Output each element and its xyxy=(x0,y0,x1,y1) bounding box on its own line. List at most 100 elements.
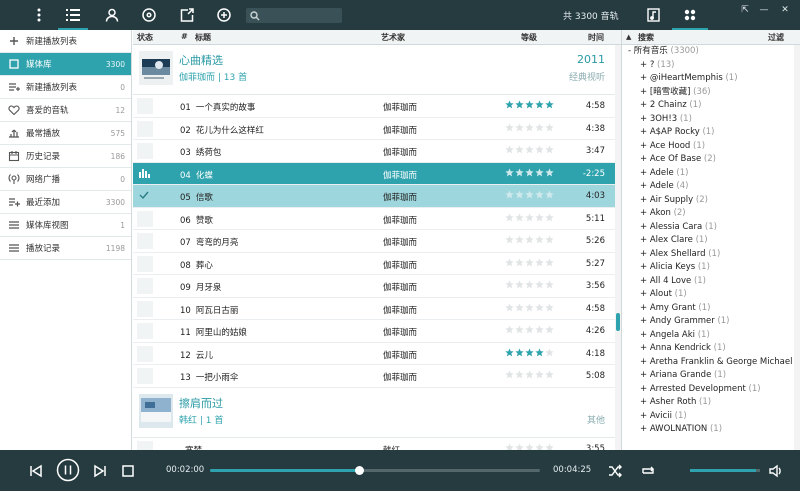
tree-expand-icon[interactable]: + xyxy=(640,330,650,340)
star-empty-icon[interactable] xyxy=(515,145,524,154)
star-empty-icon[interactable] xyxy=(515,190,524,199)
star-rating[interactable] xyxy=(505,442,554,451)
track-row[interactable]: 11 阿里山的姑娘 伽菲珈而 4:26 xyxy=(133,320,621,343)
star-empty-icon[interactable] xyxy=(545,235,554,244)
sidebar-item[interactable]: 新建播放列表 xyxy=(0,30,131,53)
sidebar-item[interactable]: 媒体库 3300 xyxy=(0,53,131,76)
number-column-header[interactable]: # xyxy=(181,32,188,41)
volume-slider[interactable] xyxy=(690,469,760,472)
grid-view-icon[interactable] xyxy=(681,6,699,24)
star-rating[interactable] xyxy=(505,167,554,177)
star-rating[interactable] xyxy=(505,280,554,289)
star-empty-icon[interactable] xyxy=(535,212,544,222)
track-row[interactable]: 05 信歌 伽菲珈而 4:03 xyxy=(133,185,621,208)
tree-expand-icon[interactable]: + xyxy=(640,208,650,218)
minimize-icon[interactable]: — xyxy=(756,2,772,18)
star-empty-icon[interactable] xyxy=(505,370,514,379)
time-column-header[interactable]: 时间 xyxy=(588,32,604,43)
artist-item[interactable]: + 2 Chainz (1) xyxy=(626,99,800,113)
artist-item[interactable]: + Arrested Development (1) xyxy=(626,383,800,397)
artist-item[interactable]: + A$AP Rocky (1) xyxy=(626,126,800,140)
tree-expand-icon[interactable]: + xyxy=(640,424,650,434)
star-empty-icon[interactable] xyxy=(535,302,544,312)
disc-icon[interactable] xyxy=(140,6,158,24)
star-empty-icon[interactable] xyxy=(505,325,514,334)
star-rating[interactable] xyxy=(505,100,554,109)
star-empty-icon[interactable] xyxy=(525,235,534,244)
track-row[interactable]: 02 花儿为什么这样红 伽菲珈而 4:38 xyxy=(133,118,621,140)
star-empty-icon[interactable] xyxy=(505,145,514,154)
star-empty-icon[interactable] xyxy=(505,167,514,177)
star-empty-icon[interactable] xyxy=(525,212,534,222)
star-rating[interactable] xyxy=(505,325,554,334)
star-empty-icon[interactable] xyxy=(535,145,544,154)
title-column-header[interactable]: 标题 xyxy=(195,32,211,43)
artist-item[interactable]: + Aretha Franklin & George Michael (1) xyxy=(626,356,800,370)
tree-expand-icon[interactable]: + xyxy=(640,343,650,353)
tree-expand-icon[interactable]: + xyxy=(640,276,650,286)
star-empty-icon[interactable] xyxy=(545,370,554,379)
artist-item[interactable]: + Amy Grant (1) xyxy=(626,302,800,316)
artist-item[interactable]: + Air Supply (2) xyxy=(626,194,800,208)
star-empty-icon[interactable] xyxy=(545,190,554,199)
share-icon[interactable] xyxy=(178,6,196,24)
star-empty-icon[interactable] xyxy=(505,442,514,451)
status-column-header[interactable]: 状态 xyxy=(137,32,153,43)
tree-expand-icon[interactable]: + xyxy=(640,87,650,97)
star-empty-icon[interactable] xyxy=(525,190,534,199)
star-filled-icon[interactable] xyxy=(525,347,534,357)
star-empty-icon[interactable] xyxy=(525,167,534,177)
repeat-icon[interactable] xyxy=(640,463,656,479)
tree-expand-icon[interactable]: + xyxy=(640,249,650,259)
star-filled-icon[interactable] xyxy=(515,347,524,357)
star-empty-icon[interactable] xyxy=(545,302,554,312)
star-empty-icon[interactable] xyxy=(535,257,544,267)
star-empty-icon[interactable] xyxy=(535,167,544,177)
tracklist-view-icon[interactable] xyxy=(64,6,82,24)
add-circle-icon[interactable] xyxy=(215,6,233,24)
album-group-header[interactable]: 擦肩而过 韩红 | 1 首 其他 xyxy=(133,388,621,438)
star-empty-icon[interactable] xyxy=(535,235,544,244)
tree-expand-icon[interactable]: + xyxy=(640,316,650,326)
artist-item[interactable]: + Avicii (1) xyxy=(626,410,800,424)
stop-icon[interactable] xyxy=(120,463,136,479)
track-row[interactable]: 13 一把小雨伞 伽菲珈而 5:08 xyxy=(133,365,621,388)
star-empty-icon[interactable] xyxy=(545,280,554,289)
tree-expand-icon[interactable]: + xyxy=(640,235,650,245)
track-row[interactable]: 08 葬心 伽菲珈而 5:27 xyxy=(133,253,621,275)
star-rating[interactable] xyxy=(505,302,554,312)
star-empty-icon[interactable] xyxy=(515,122,524,132)
star-empty-icon[interactable] xyxy=(545,442,554,451)
artist-item[interactable]: + Ace Hood (1) xyxy=(626,140,800,154)
tree-expand-icon[interactable]: + xyxy=(640,181,650,191)
star-empty-icon[interactable] xyxy=(505,190,514,199)
sidebar-item[interactable]: 最近添加 3300 xyxy=(0,191,131,214)
star-empty-icon[interactable] xyxy=(545,122,554,132)
pause-icon[interactable] xyxy=(56,458,80,482)
artist-item[interactable]: + Angela Aki (1) xyxy=(626,329,800,343)
star-empty-icon[interactable] xyxy=(515,280,524,289)
scrollbar-thumb[interactable] xyxy=(616,313,620,331)
star-filled-icon[interactable] xyxy=(535,100,544,109)
star-empty-icon[interactable] xyxy=(535,442,544,451)
star-empty-icon[interactable] xyxy=(515,167,524,177)
star-rating[interactable] xyxy=(505,212,554,222)
star-empty-icon[interactable] xyxy=(515,257,524,267)
track-row[interactable]: 04 化蝶 伽菲珈而 -2:25 xyxy=(133,162,621,185)
star-empty-icon[interactable] xyxy=(505,122,514,132)
next-icon[interactable] xyxy=(92,463,108,479)
sidebar-item[interactable]: 播放记录 1198 xyxy=(0,237,131,260)
search-box[interactable] xyxy=(246,8,342,23)
artist-item[interactable]: + Akon (2) xyxy=(626,207,800,221)
star-empty-icon[interactable] xyxy=(505,280,514,289)
search-input[interactable] xyxy=(263,11,341,20)
artist-item[interactable]: + Adele (1) xyxy=(626,167,800,181)
star-rating[interactable] xyxy=(505,235,554,244)
artist-item[interactable]: + Andy Grammer (1) xyxy=(626,315,800,329)
track-row[interactable]: 12 云儿 伽菲珈而 4:18 xyxy=(133,343,621,365)
tree-expand-icon[interactable]: + xyxy=(640,168,650,178)
all-music-node[interactable]: - 所有音乐 (3300) xyxy=(626,45,800,59)
music-file-icon[interactable] xyxy=(644,6,662,24)
star-empty-icon[interactable] xyxy=(505,257,514,267)
volume-icon[interactable] xyxy=(768,463,784,479)
